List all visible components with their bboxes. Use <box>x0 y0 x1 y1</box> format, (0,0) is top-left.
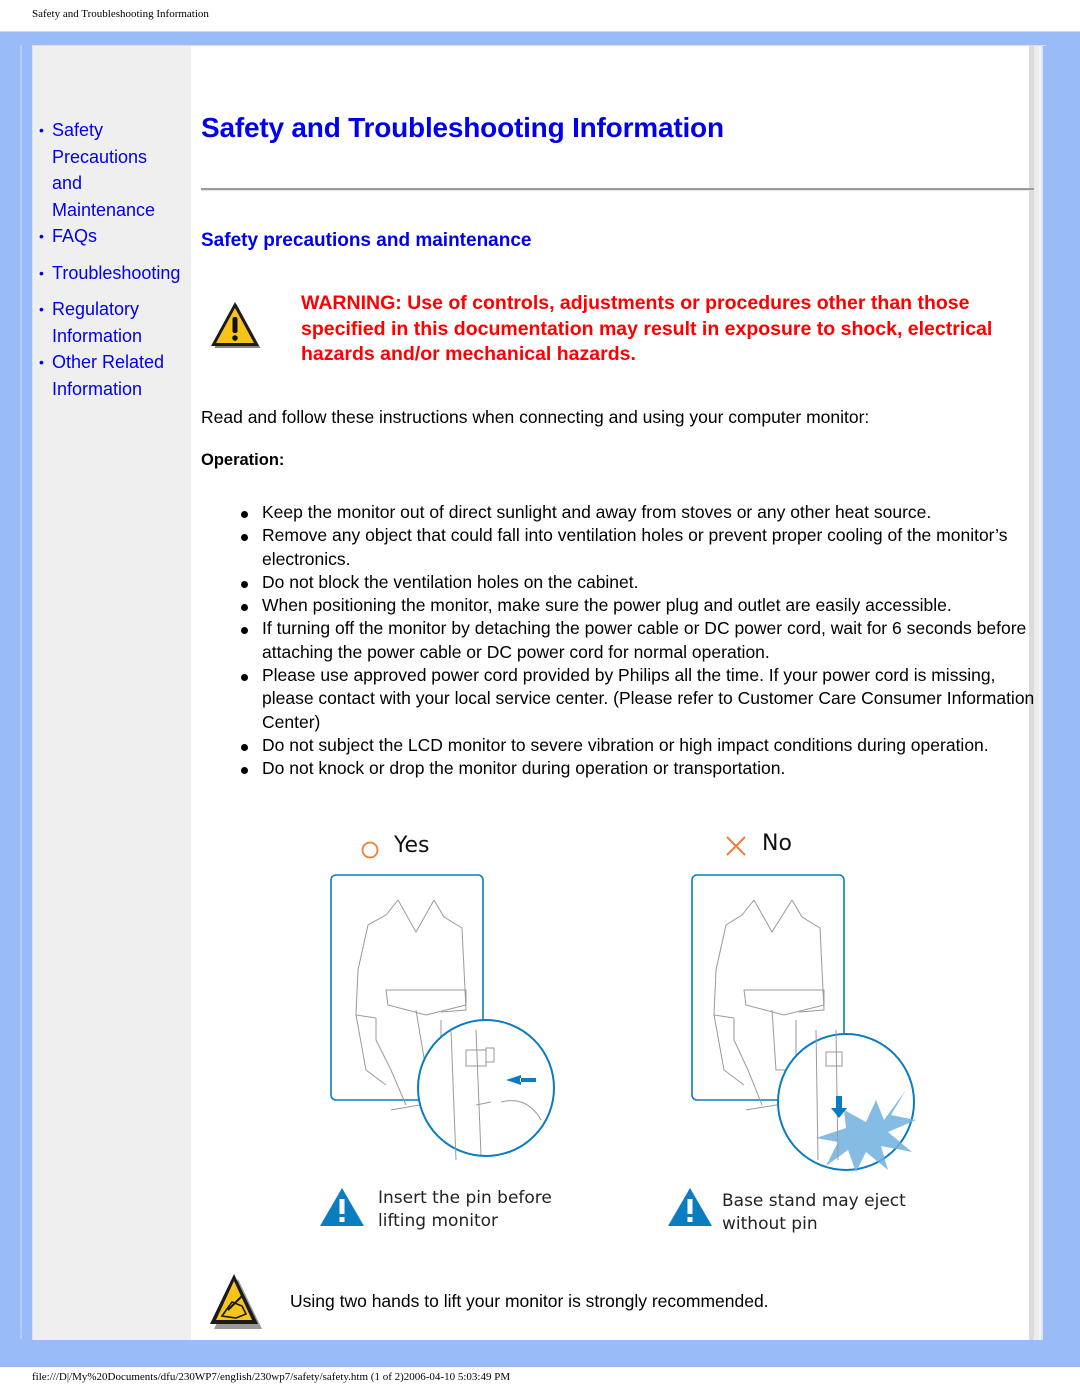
yes-panel-drawing <box>330 874 555 1161</box>
list-item: When positioning the monitor, make sure … <box>241 594 1041 617</box>
sidebar-link-faqs[interactable]: FAQs <box>52 223 182 250</box>
bullet-icon: • <box>39 122 44 138</box>
operation-heading: Operation: <box>201 451 285 469</box>
bullet-icon: • <box>39 264 44 281</box>
list-item-text: Remove any object that could fall into v… <box>262 525 1008 569</box>
list-item: Keep the monitor out of direct sunlight … <box>241 501 1041 524</box>
yes-circle-icon <box>361 841 379 859</box>
list-item-text: Do not subject the LCD monitor to severe… <box>262 734 989 755</box>
operation-list: Keep the monitor out of direct sunlight … <box>241 501 1041 781</box>
bullet-icon <box>241 534 248 542</box>
no-panel-drawing <box>691 874 916 1172</box>
yes-caption-line-1: Insert the pin before <box>378 1188 552 1208</box>
yes-caption-line-2: lifting monitor <box>378 1211 499 1231</box>
list-item: Do not block the ventilation holes on th… <box>241 571 1041 594</box>
list-item-text: Please use approved power cord provided … <box>262 665 1035 732</box>
bullet-icon: • <box>39 354 44 370</box>
list-item-text: Keep the monitor out of direct sunlight … <box>262 502 932 522</box>
bullet-icon <box>241 674 248 682</box>
section-title: Safety precautions and maintenance <box>201 230 532 251</box>
list-item-text: Do not block the ventilation holes on th… <box>262 571 639 592</box>
sidebar-item-regulatory[interactable]: • Regulatory Information <box>39 296 182 349</box>
no-cross-icon <box>726 836 746 856</box>
list-item: Do not knock or drop the monitor during … <box>241 757 1041 780</box>
bullet-icon <box>241 604 248 612</box>
note-hand-triangle-icon <box>210 1274 262 1329</box>
sidebar-item-other-related[interactable]: • Other Related Information <box>39 349 182 402</box>
caution-triangle-icon <box>320 1188 364 1226</box>
warning-triangle-icon <box>211 302 261 348</box>
yes-label: Yes <box>394 833 430 858</box>
list-item-text: If turning off the monitor by detaching … <box>262 618 1027 662</box>
list-item: Remove any object that could fall into v… <box>241 524 1041 571</box>
list-item-text: Do not knock or drop the monitor during … <box>262 758 786 779</box>
bullet-icon: • <box>39 301 44 317</box>
horizontal-divider <box>201 188 1034 191</box>
frame-border-line <box>20 45 22 1339</box>
no-caption-line-2: without pin <box>722 1214 818 1234</box>
bullet-icon: • <box>39 228 44 244</box>
yes-caption: Insert the pin before lifting monitor <box>378 1187 552 1233</box>
bullet-icon <box>241 743 248 751</box>
sidebar-item-safety-precautions[interactable]: • Safety Precautions and Maintenance <box>39 117 182 223</box>
bullet-icon <box>241 580 248 588</box>
bullet-icon <box>241 627 248 635</box>
list-item: Please use approved power cord provided … <box>241 664 1041 734</box>
list-item: If turning off the monitor by detaching … <box>241 617 1041 664</box>
no-caption-line-1: Base stand may eject <box>722 1191 906 1211</box>
print-footer: file:///D|/My%20Documents/dfu/230WP7/eng… <box>32 1371 511 1383</box>
no-label: No <box>762 831 792 856</box>
print-header: Safety and Troubleshooting Information <box>32 8 209 20</box>
list-item: Do not subject the LCD monitor to severe… <box>241 734 1041 757</box>
sidebar-item-faqs[interactable]: • FAQs <box>39 223 182 250</box>
warning-text: WARNING: Use of controls, adjustments or… <box>301 292 993 365</box>
sidebar-link-other-related[interactable]: Other Related Information <box>52 349 182 402</box>
intro-text: Read and follow these instructions when … <box>201 407 870 427</box>
sidebar-nav: • Safety Precautions and Maintenance • F… <box>33 46 191 1340</box>
caution-triangle-icon <box>668 1188 712 1226</box>
lifting-illustration: Yes No Insert the pin before lifting mon… <box>316 830 936 1250</box>
list-item-text: When positioning the monitor, make sure … <box>262 595 952 616</box>
bullet-icon <box>241 511 248 518</box>
sidebar-item-troubleshooting[interactable]: • Troubleshooting <box>39 260 182 287</box>
page-title: Safety and Troubleshooting Information <box>201 112 724 143</box>
note-text: Using two hands to lift your monitor is … <box>290 1291 769 1311</box>
sidebar-link-regulatory[interactable]: Regulatory Information <box>52 296 162 349</box>
sidebar-link-safety-precautions[interactable]: Safety Precautions and Maintenance <box>52 117 177 223</box>
bullet-icon <box>241 767 248 775</box>
sidebar-link-troubleshooting[interactable]: Troubleshooting <box>52 260 182 287</box>
no-caption: Base stand may eject without pin <box>722 1190 906 1236</box>
